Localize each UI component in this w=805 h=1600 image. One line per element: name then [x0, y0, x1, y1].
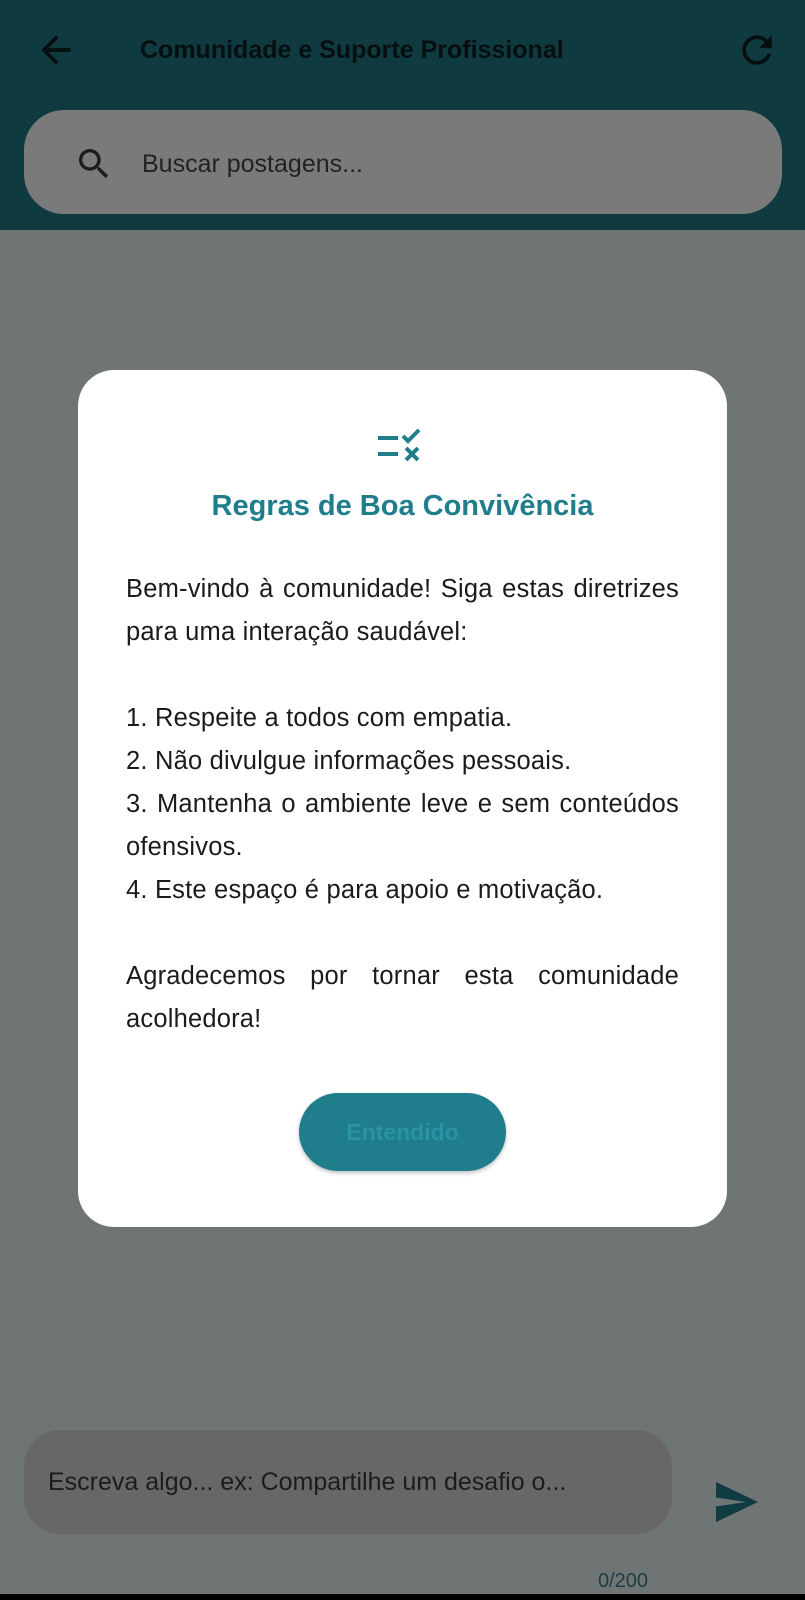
character-counter: 0/200 — [597, 1570, 648, 1592]
rule-item: 2. Não divulgue informações pessoais. — [126, 747, 572, 775]
refresh-icon[interactable] — [735, 28, 779, 72]
dialog-closing: Agradecemos por tornar esta comunidade a… — [126, 962, 679, 1033]
post-input[interactable]: Escreva algo... ex: Compartilhe um desaf… — [24, 1430, 672, 1534]
understood-button[interactable]: Entendido — [299, 1093, 506, 1171]
dialog-intro: Bem-vindo à comunidade! Siga estas diret… — [126, 575, 679, 646]
system-nav-bar — [0, 1594, 805, 1600]
search-field[interactable]: Buscar postagens... — [24, 110, 782, 214]
dialog-title: Regras de Boa Convivência — [211, 490, 594, 522]
post-input-placeholder: Escreva algo... ex: Compartilhe um desaf… — [48, 1468, 567, 1496]
page-title: Comunidade e Suporte Profissional — [140, 36, 564, 64]
rule-checklist-icon — [374, 426, 430, 472]
arrow-back-icon[interactable] — [34, 28, 78, 72]
rule-item: 1. Respeite a todos com empatia. — [126, 704, 513, 732]
rule-item: 4. Este espaço é para apoio e motivação. — [126, 876, 604, 904]
search-placeholder: Buscar postagens... — [142, 150, 363, 178]
search-icon — [74, 144, 114, 184]
rule-item: 3. Mantenha o ambiente leve e sem conteú… — [126, 790, 679, 861]
rules-dialog: Regras de Boa Convivência Bem-vindo à co… — [78, 370, 727, 1227]
send-icon[interactable] — [712, 1480, 760, 1524]
app-bar: Comunidade e Suporte Profissional Buscar… — [0, 0, 805, 230]
dialog-body: Bem-vindo à comunidade! Siga estas diret… — [126, 568, 679, 1041]
